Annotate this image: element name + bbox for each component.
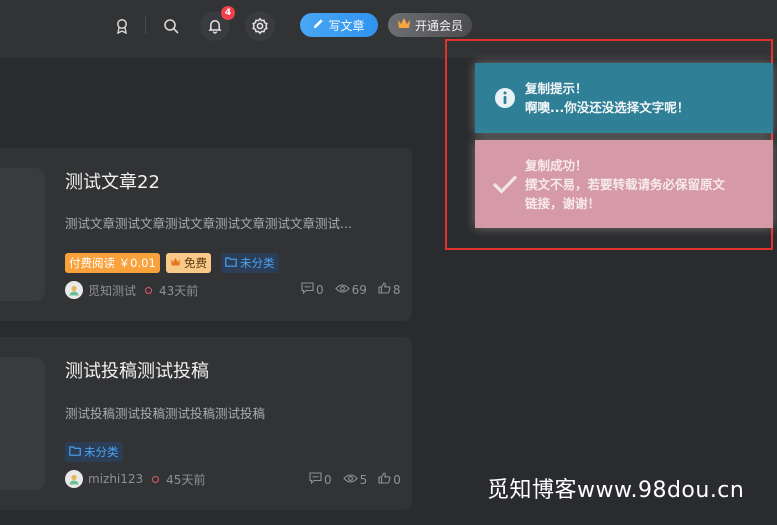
- avatar[interactable]: [65, 281, 83, 299]
- user-award-icon[interactable]: [107, 11, 137, 41]
- write-article-button[interactable]: 写文章: [300, 13, 378, 37]
- crown-icon: [170, 253, 181, 273]
- settings-icon[interactable]: [245, 11, 275, 41]
- notification-count-badge: 4: [221, 6, 235, 20]
- post-thumbnail[interactable]: [0, 357, 45, 490]
- separator-dot: [152, 475, 160, 483]
- category-label: 未分类: [240, 256, 275, 270]
- header-divider: [145, 16, 146, 34]
- like-count: 8: [392, 282, 401, 297]
- free-label: 免费: [184, 256, 207, 270]
- toast-message: 啊噢...你没还没选择文字呢！: [525, 100, 690, 115]
- folder-icon: [69, 442, 81, 462]
- post-title[interactable]: 测试投稿测试投稿: [65, 357, 209, 383]
- crown-icon: [397, 17, 411, 33]
- post-stats: 0 69 8: [301, 282, 401, 297]
- avatar[interactable]: [65, 470, 83, 488]
- folder-icon: [225, 253, 237, 273]
- post-excerpt: 测试文章测试文章测试文章测试文章测试文章测试...: [65, 216, 352, 231]
- post-title[interactable]: 测试文章22: [65, 168, 160, 194]
- comment-count: 0: [316, 282, 324, 297]
- pencil-icon: [313, 18, 324, 32]
- post-time: 43天前: [159, 283, 199, 298]
- search-icon[interactable]: [156, 11, 186, 41]
- open-vip-label: 开通会员: [414, 18, 463, 33]
- toast-message-line1: 撰文不易，若要转载请务必保留原文: [525, 176, 726, 192]
- author-name[interactable]: mizhi123: [88, 472, 143, 486]
- paid-read-label: 付费阅读 ￥0.01: [69, 256, 156, 270]
- comment-count: 0: [324, 472, 332, 487]
- post-time: 45天前: [166, 472, 206, 487]
- toast-title: 复制提示！: [525, 81, 588, 96]
- write-article-label: 写文章: [328, 18, 365, 33]
- view-count: 5: [359, 472, 368, 487]
- category-label: 未分类: [84, 445, 119, 459]
- open-vip-button[interactable]: 开通会员: [388, 13, 472, 37]
- post-card[interactable]: 测试文章22 测试文章测试文章测试文章测试文章测试文章测试... 付费阅读 ￥0…: [0, 148, 412, 321]
- post-card[interactable]: 测试投稿测试投稿 测试投稿测试投稿测试投稿测试投稿 未分类 mizhi123 4…: [0, 337, 412, 510]
- post-meta: mizhi123 45天前: [65, 470, 205, 488]
- info-icon: [490, 83, 520, 113]
- author-name[interactable]: 觅知测试: [88, 282, 136, 299]
- eye-icon: [334, 283, 350, 297]
- free-tag: 免费: [166, 253, 211, 273]
- post-meta: 觅知测试 43天前: [65, 281, 198, 299]
- site-watermark: 觅知博客www.98dou.cn: [487, 478, 745, 503]
- comment-icon: [309, 472, 322, 487]
- checkmark-icon: [490, 169, 520, 199]
- comment-icon: [301, 282, 314, 297]
- category-tag[interactable]: 未分类: [221, 253, 279, 273]
- copy-success-toast[interactable]: 复制成功！ 撰文不易，若要转载请务必保留原文 链接，谢谢！: [475, 140, 773, 228]
- category-tag[interactable]: 未分类: [65, 442, 123, 462]
- post-thumbnail[interactable]: [0, 168, 45, 301]
- eye-icon: [342, 473, 358, 487]
- copy-info-toast[interactable]: 复制提示！ 啊噢...你没还没选择文字呢！: [475, 63, 773, 133]
- post-stats: 0 5 0: [309, 472, 401, 487]
- toast-title: 复制成功！: [525, 157, 588, 173]
- separator-dot: [145, 286, 153, 294]
- like-count: 0: [393, 472, 401, 487]
- toast-message-line2: 链接，谢谢！: [525, 195, 601, 211]
- thumb-up-icon[interactable]: [378, 472, 391, 487]
- view-count: 69: [351, 282, 367, 297]
- paid-read-tag: 付费阅读 ￥0.01: [65, 253, 160, 273]
- thumb-up-icon[interactable]: [378, 282, 391, 297]
- post-excerpt: 测试投稿测试投稿测试投稿测试投稿: [65, 406, 266, 421]
